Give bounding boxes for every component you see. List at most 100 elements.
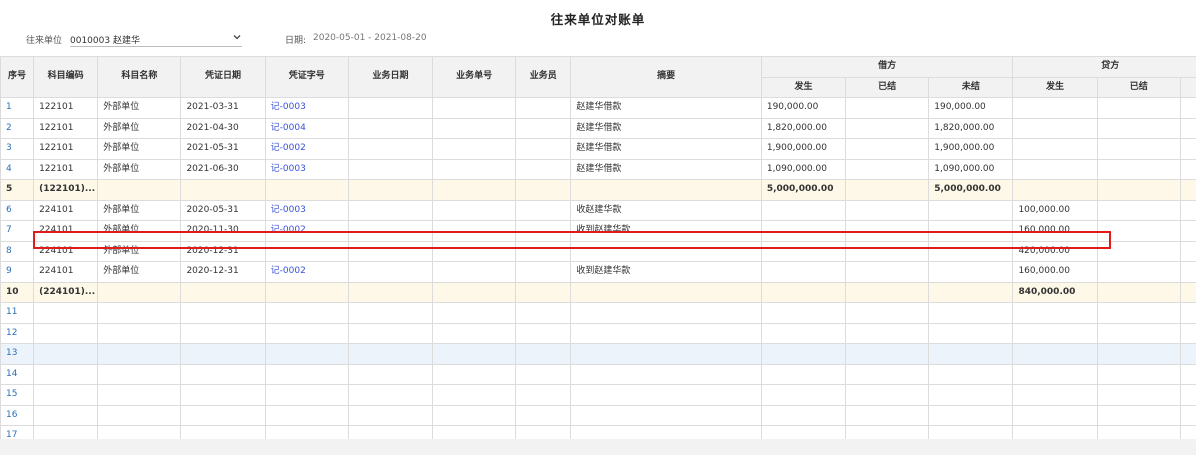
cell-summary: 赵建华借款 [570,97,762,119]
cell-voucher-no[interactable] [264,343,349,365]
table-row[interactable]: 5 (122101)... 5,000,000.00 5,000,000.00 [0,179,1196,201]
cell-credit-settled [1096,158,1181,180]
cell-code: (224101)... [33,281,99,303]
cell-debit-settled [845,240,930,262]
table-row[interactable]: 16 [0,404,1196,426]
col-header-voucher-date[interactable]: 凭证日期 [180,56,266,98]
col-header-credit-occur[interactable]: 发生 [1012,76,1098,98]
unit-select[interactable]: 0010003 赵建华 [70,29,242,47]
col-header-seq[interactable]: 序号 [0,56,35,98]
cell-business-date [347,97,434,119]
cell-voucher-no[interactable]: 记-0003 [264,199,349,221]
statement-grid[interactable]: 序号 科目编码 科目名称 凭证日期 凭证字号 业务日期 业务单号 业务员 摘要 … [0,56,1196,439]
cell-staff [515,281,572,303]
table-row[interactable]: 12 [0,322,1196,344]
cell-name [97,363,182,385]
cell-business-date [347,220,434,242]
cell-business-no [432,363,517,385]
cell-voucher-no[interactable]: 记-0002 [264,220,349,242]
cell-voucher-no[interactable]: 记-0002 [264,261,349,283]
cell-credit-settled [1096,261,1181,283]
cell-voucher-no[interactable]: 记-0003 [264,97,349,119]
table-row[interactable]: 13 [0,343,1196,365]
cell-credit-occur [1012,302,1098,324]
cell-voucher-no[interactable]: 记-0002 [264,138,349,160]
cell-extra [1179,363,1196,385]
cell-name [97,404,182,426]
cell-voucher-no[interactable] [264,425,349,439]
col-header-business-date[interactable]: 业务日期 [347,56,434,98]
cell-debit-occur [760,302,847,324]
cell-voucher-date: 2020-12-31 [180,240,266,262]
cell-business-no [432,138,517,160]
cell-voucher-no[interactable] [264,384,349,406]
cell-staff [515,138,572,160]
cell-code: 122101 [33,158,99,180]
table-row[interactable]: 14 [0,363,1196,385]
cell-business-date [347,302,434,324]
cell-summary [570,179,762,201]
col-header-debit-unsettled[interactable]: 未结 [928,76,1014,98]
cell-debit-unsettled: 190,000.00 [928,97,1014,119]
cell-credit-settled [1096,302,1181,324]
cell-voucher-no[interactable] [264,404,349,426]
cell-business-date [347,199,434,221]
cell-summary [570,302,762,324]
col-header-debit-occur[interactable]: 发生 [760,76,847,98]
cell-business-date [347,343,434,365]
cell-voucher-date: 2021-04-30 [180,117,266,139]
cell-code [33,343,99,365]
cell-voucher-date [180,425,266,439]
cell-business-no [432,404,517,426]
col-header-voucher-no[interactable]: 凭证字号 [264,56,349,98]
cell-name [97,281,182,303]
cell-voucher-no[interactable] [264,302,349,324]
table-row[interactable]: 9 224101 外部单位 2020-12-31 记-0002 收到赵建华款 160,000… [0,261,1196,283]
cell-voucher-no[interactable] [264,240,349,262]
cell-debit-unsettled: 1,900,000.00 [928,138,1014,160]
cell-voucher-no[interactable]: 记-0003 [264,158,349,180]
table-row[interactable]: 3 122101 外部单位 2021-05-31 记-0002 赵建华借款 1,900,00… [0,138,1196,160]
table-row[interactable]: 1 122101 外部单位 2021-03-31 记-0003 赵建华借款 190,000.… [0,97,1196,119]
cell-debit-occur [760,343,847,365]
cell-credit-settled [1096,97,1181,119]
col-header-name[interactable]: 科目名称 [97,56,182,98]
table-row[interactable]: 6 224101 外部单位 2020-05-31 记-0003 收赵建华款 100,000.… [0,199,1196,221]
table-row[interactable]: 10 (224101)... 840,000.00 [0,281,1196,303]
cell-debit-settled [845,138,930,160]
table-row[interactable]: 8 224101 外部单位 2020-12-31 420,000.00 [0,240,1196,262]
table-row[interactable]: 17 [0,425,1196,439]
cell-voucher-no[interactable] [264,363,349,385]
cell-seq: 12 [0,322,35,344]
table-row[interactable]: 7 224101 外部单位 2020-11-30 记-0002 收到赵建华款 160,000… [0,220,1196,242]
cell-extra [1179,404,1196,426]
cell-debit-occur [760,261,847,283]
cell-credit-occur [1012,158,1098,180]
cell-debit-unsettled: 5,000,000.00 [928,179,1014,201]
col-header-staff[interactable]: 业务员 [515,56,572,98]
cell-summary [570,240,762,262]
cell-business-no [432,384,517,406]
table-row[interactable]: 15 [0,384,1196,406]
cell-credit-settled [1096,384,1181,406]
col-header-code[interactable]: 科目编码 [33,56,99,98]
cell-name [97,384,182,406]
horizontal-scrollbar[interactable] [0,439,1196,455]
table-row[interactable]: 4 122101 外部单位 2021-06-30 记-0003 赵建华借款 1,090,00… [0,158,1196,180]
table-row[interactable]: 11 [0,302,1196,324]
col-header-debit-settled[interactable]: 已结 [845,76,930,98]
col-group-debit: 借方 [760,56,1014,78]
cell-summary [570,363,762,385]
col-header-summary[interactable]: 摘要 [570,56,762,98]
cell-summary: 收到赵建华款 [570,261,762,283]
cell-voucher-no[interactable]: 记-0004 [264,117,349,139]
date-range-value[interactable]: 2020-05-01 - 2021-08-20 [313,33,427,43]
cell-voucher-no[interactable] [264,322,349,344]
cell-debit-settled [845,261,930,283]
cell-voucher-no[interactable] [264,179,349,201]
col-header-business-no[interactable]: 业务单号 [432,56,517,98]
table-row[interactable]: 2 122101 外部单位 2021-04-30 记-0004 赵建华借款 1,820,00… [0,117,1196,139]
cell-voucher-no[interactable] [264,281,349,303]
cell-staff [515,302,572,324]
col-header-credit-settled[interactable]: 已结 [1096,76,1181,98]
